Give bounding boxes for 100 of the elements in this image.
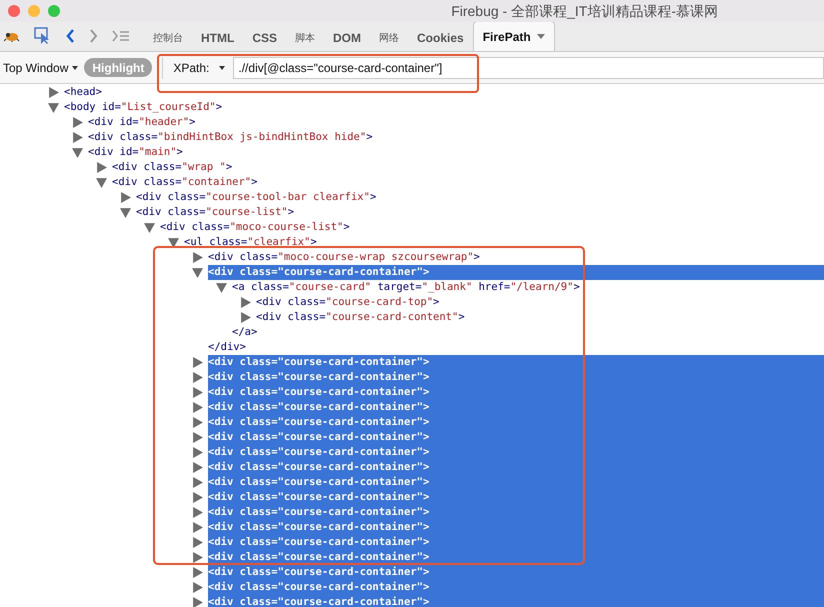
node-tag: <head> bbox=[64, 84, 102, 100]
panel-tab[interactable]: CSS bbox=[243, 25, 286, 51]
collapsed-triangle-icon[interactable] bbox=[192, 477, 203, 488]
panel-tab[interactable]: 控制台 bbox=[144, 25, 192, 51]
node-tag: <body id="List_courseId"> bbox=[64, 100, 222, 116]
selected-node-row[interactable]: <div class="course-card-container"> bbox=[208, 460, 824, 475]
selected-node-row[interactable]: <div class="course-card-container"> bbox=[208, 400, 824, 415]
node-row[interactable]: <a class="course-card" target="_blank" href="/learn/9"> bbox=[232, 280, 824, 295]
collapsed-triangle-icon[interactable] bbox=[192, 537, 203, 548]
collapsed-triangle-icon[interactable] bbox=[192, 372, 203, 383]
node-tag: <div class="course-card-container"> bbox=[208, 504, 430, 520]
expanded-triangle-icon[interactable] bbox=[48, 102, 59, 113]
collapsed-triangle-icon[interactable] bbox=[240, 312, 251, 323]
expanded-triangle-icon[interactable] bbox=[168, 237, 179, 248]
xpath-mode-dropdown[interactable]: XPath: bbox=[173, 58, 226, 76]
collapsed-triangle-icon[interactable] bbox=[192, 417, 203, 428]
node-row[interactable]: <div class="bindHintBox js-bindHintBox hide"> bbox=[88, 130, 824, 145]
collapsed-triangle-icon[interactable] bbox=[192, 522, 203, 533]
selected-node-row[interactable]: <div class="course-card-container"> bbox=[208, 415, 824, 430]
collapsed-triangle-icon[interactable] bbox=[192, 582, 203, 593]
node-row[interactable]: <div class="course-card-content"> bbox=[256, 310, 824, 325]
panel-tab[interactable]: FirePath bbox=[472, 21, 555, 51]
panel-tab[interactable]: DOM bbox=[324, 25, 370, 51]
selected-node-row[interactable]: <div class="course-card-container"> bbox=[208, 580, 824, 595]
caret-icon bbox=[72, 66, 78, 70]
node-row[interactable]: <div id="main"> bbox=[88, 145, 824, 160]
node-tag: <div class="course-card-container"> bbox=[208, 264, 430, 280]
collapsed-triangle-icon[interactable] bbox=[192, 552, 203, 563]
collapsed-triangle-icon[interactable] bbox=[48, 87, 59, 98]
window-title: Firebug - 全部课程_IT培训精品课程-慕课网 bbox=[451, 2, 718, 21]
selected-node-row[interactable]: <div class="course-card-container"> bbox=[208, 355, 824, 370]
expanded-triangle-icon[interactable] bbox=[72, 147, 83, 158]
selected-node-row[interactable]: <div class="course-card-container"> bbox=[208, 265, 824, 280]
collapsed-triangle-icon[interactable] bbox=[192, 507, 203, 518]
selected-node-row[interactable]: <div class="course-card-container"> bbox=[208, 565, 824, 580]
collapsed-triangle-icon[interactable] bbox=[192, 567, 203, 578]
node-row[interactable]: <div class="moco-course-wrap szcoursewrap"> bbox=[208, 250, 824, 265]
node-tag: <div class="course-card-container"> bbox=[208, 414, 430, 430]
collapsed-triangle-icon[interactable] bbox=[192, 432, 203, 443]
collapsed-triangle-icon[interactable] bbox=[240, 297, 251, 308]
selected-node-row[interactable]: <div class="course-card-container"> bbox=[208, 490, 824, 505]
selected-node-row[interactable]: <div class="course-card-container"> bbox=[208, 385, 824, 400]
expanded-triangle-icon[interactable] bbox=[96, 177, 107, 188]
collapsed-triangle-icon[interactable] bbox=[120, 192, 131, 203]
node-tag: <div class="course-tool-bar clearfix"> bbox=[136, 190, 376, 206]
expanded-triangle-icon[interactable] bbox=[144, 222, 155, 233]
collapsed-triangle-icon[interactable] bbox=[192, 462, 203, 473]
collapsed-triangle-icon[interactable] bbox=[192, 402, 203, 413]
collapsed-triangle-icon[interactable] bbox=[72, 117, 83, 128]
window-dropdown[interactable]: Top Window bbox=[3, 58, 78, 76]
node-tag: <div class="course-card-container"> bbox=[208, 474, 430, 490]
collapsed-triangle-icon[interactable] bbox=[96, 162, 107, 173]
collapsed-triangle-icon[interactable] bbox=[192, 252, 203, 263]
node-row[interactable]: <div class="container"> bbox=[112, 175, 824, 190]
node-row[interactable]: <head> bbox=[64, 85, 824, 100]
node-tag: <a class="course-card" target="_blank" href="/learn/9"> bbox=[232, 280, 580, 296]
node-tag: <div class="moco-course-wrap szcoursewrap"> bbox=[208, 250, 480, 266]
collapsed-triangle-icon[interactable] bbox=[192, 387, 203, 398]
node-tag: <div class="course-card-container"> bbox=[208, 580, 430, 596]
collapsed-triangle-icon[interactable] bbox=[72, 132, 83, 143]
node-row[interactable]: <div class="wrap "> bbox=[112, 160, 824, 175]
collapsed-triangle-icon[interactable] bbox=[192, 597, 203, 607]
node-row[interactable]: <div class="moco-course-list"> bbox=[160, 220, 824, 235]
node-tag: <div class="course-card-container"> bbox=[208, 354, 430, 370]
selected-node-row[interactable]: <div class="course-card-container"> bbox=[208, 430, 824, 445]
node-tag: <div class="course-card-container"> bbox=[208, 594, 430, 607]
caret-icon bbox=[219, 66, 226, 70]
node-tag: <div id="main"> bbox=[88, 144, 183, 160]
selected-node-row[interactable]: <div class="course-card-container"> bbox=[208, 445, 824, 460]
node-row[interactable]: <div class="course-list"> bbox=[136, 205, 824, 220]
expanded-triangle-icon[interactable] bbox=[120, 207, 131, 218]
selected-node-row[interactable]: <div class="course-card-container"> bbox=[208, 535, 824, 550]
panel-tab[interactable]: Cookies bbox=[408, 25, 473, 51]
node-row[interactable]: <body id="List_courseId"> bbox=[64, 100, 824, 115]
node-tag: <div class="course-card-container"> bbox=[208, 430, 430, 446]
expanded-triangle-icon[interactable] bbox=[216, 282, 227, 293]
panel-tab[interactable]: 网络 bbox=[370, 25, 408, 51]
collapsed-triangle-icon[interactable] bbox=[192, 357, 203, 368]
caret-icon bbox=[536, 34, 545, 39]
selected-node-row[interactable]: <div class="course-card-container"> bbox=[208, 505, 824, 520]
node-row[interactable]: <ul class="clearfix"> bbox=[184, 235, 824, 250]
collapsed-triangle-icon[interactable] bbox=[192, 447, 203, 458]
selected-node-row[interactable]: <div class="course-card-container"> bbox=[208, 520, 824, 535]
panel-tab[interactable]: 脚本 bbox=[286, 25, 324, 51]
xpath-input-field[interactable]: .//div[@class="course-card-container"] bbox=[233, 56, 824, 78]
collapsed-triangle-icon[interactable] bbox=[192, 492, 203, 503]
node-tag: <div class="moco-course-list"> bbox=[160, 220, 350, 236]
node-tag: <div id="header"> bbox=[88, 114, 196, 130]
selected-node-row[interactable]: <div class="course-card-container"> bbox=[208, 475, 824, 490]
node-tag: <div class="course-card-container"> bbox=[208, 460, 430, 476]
selected-node-row[interactable]: <div class="course-card-container"> bbox=[208, 370, 824, 385]
selected-node-row[interactable]: <div class="course-card-container"> bbox=[208, 550, 824, 565]
node-row[interactable]: <div id="header"> bbox=[88, 115, 824, 130]
bug-icon[interactable] bbox=[4, 30, 20, 42]
node-row[interactable]: <div class="course-tool-bar clearfix"> bbox=[136, 190, 824, 205]
node-row[interactable]: <div class="course-card-top"> bbox=[256, 295, 824, 310]
panel-tab[interactable]: HTML bbox=[192, 25, 244, 51]
selected-node-row[interactable]: <div class="course-card-container"> bbox=[208, 595, 824, 607]
expanded-triangle-icon[interactable] bbox=[192, 267, 203, 278]
closing-tag: </a> bbox=[232, 324, 258, 340]
